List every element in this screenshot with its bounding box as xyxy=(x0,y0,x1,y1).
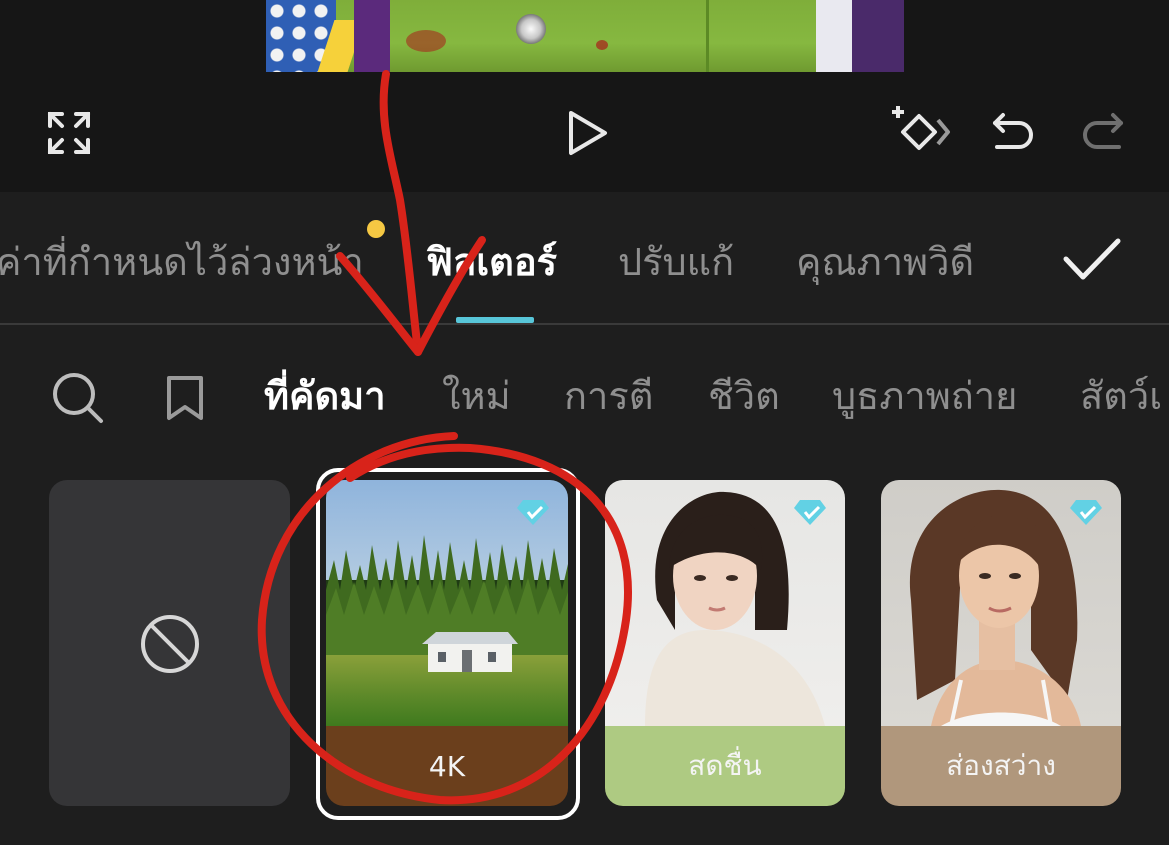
play-icon[interactable] xyxy=(562,106,612,160)
notification-dot xyxy=(367,220,385,238)
checkmark-icon[interactable] xyxy=(1060,232,1124,288)
undo-icon[interactable] xyxy=(988,108,1038,158)
filter-label: ส่องสว่าง xyxy=(881,726,1121,806)
divider xyxy=(0,323,1169,325)
pro-diamond-icon xyxy=(1069,498,1103,530)
pro-diamond-icon xyxy=(516,498,550,530)
preview-white-fabric xyxy=(816,0,852,72)
category-new[interactable]: ใหม่ xyxy=(442,372,511,420)
tab-video-quality[interactable]: คุณภาพวิดี xyxy=(796,240,974,284)
filter-4k[interactable]: 4K xyxy=(326,480,568,806)
search-icon[interactable] xyxy=(50,370,106,426)
category-animals[interactable]: สัตว์เ xyxy=(1080,372,1162,420)
filter-label: สดชื่น xyxy=(605,726,845,806)
category-life[interactable]: ชีวิต xyxy=(708,372,780,420)
filter-label: 4K xyxy=(326,726,568,806)
tab-filters[interactable]: ฟิลเตอร์ xyxy=(426,240,557,284)
tab-adjust[interactable]: ปรับแก้ xyxy=(618,240,734,284)
preview-purple-fabric xyxy=(354,0,390,72)
video-preview-frame[interactable] xyxy=(266,0,904,72)
category-photo-booth[interactable]: บูธภาพถ่าย xyxy=(832,372,1017,420)
category-fight[interactable]: การตี xyxy=(564,372,653,420)
preview-jacket-button xyxy=(516,14,546,44)
add-keyframe-icon[interactable] xyxy=(888,102,954,162)
redo-icon[interactable] xyxy=(1078,108,1128,158)
category-featured[interactable]: ที่คัดมา xyxy=(264,372,386,420)
preview-purple-fabric xyxy=(852,0,904,72)
preview-stain xyxy=(596,40,608,50)
filter-fresh[interactable]: สดชื่น xyxy=(605,480,845,806)
tab-presets[interactable]: ค่าที่กำหนดไว้ล่วงหน้า xyxy=(0,240,364,284)
bookmark-icon[interactable] xyxy=(160,372,210,424)
preview-stain xyxy=(406,30,446,52)
filter-none[interactable] xyxy=(49,480,290,806)
fullscreen-icon[interactable] xyxy=(44,108,94,158)
filter-brighten[interactable]: ส่องสว่าง xyxy=(881,480,1121,806)
pro-diamond-icon xyxy=(793,498,827,530)
no-filter-icon xyxy=(138,612,202,676)
preview-seam xyxy=(706,0,709,72)
video-preview-area xyxy=(0,0,1169,192)
